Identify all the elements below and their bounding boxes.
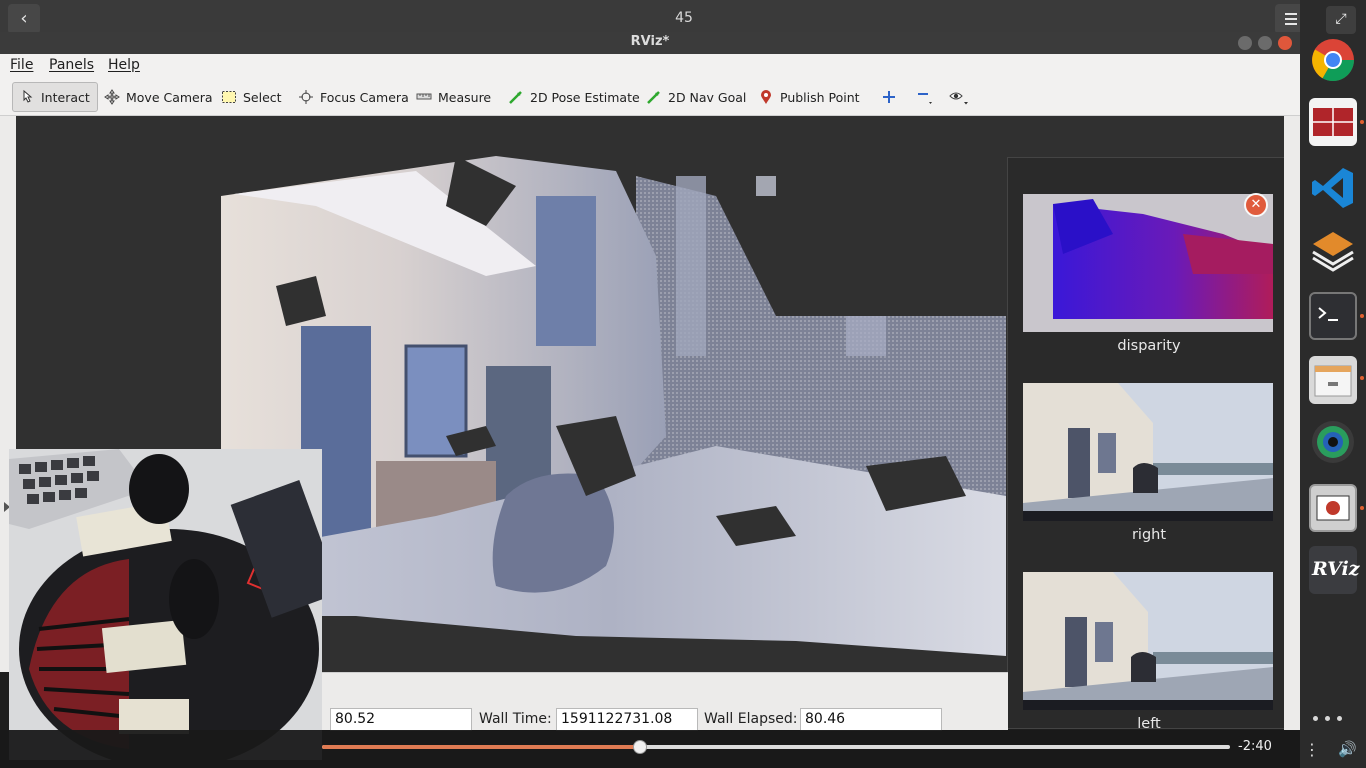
select-icon — [222, 91, 236, 103]
menu-panels[interactable]: Panels — [49, 57, 94, 73]
close-window-button[interactable] — [1278, 36, 1292, 50]
volume-icon[interactable]: 🔊 — [1338, 740, 1357, 758]
tool-publish-point[interactable]: Publish Point — [752, 82, 866, 112]
right-camera-image — [1023, 383, 1273, 521]
menu-help[interactable]: Help — [108, 57, 140, 73]
tool-interact[interactable]: Interact — [12, 82, 98, 112]
player-controls: -2:40 — [0, 730, 1300, 768]
image-caption-disparity: disparity — [1117, 338, 1181, 354]
minimize-button[interactable] — [1238, 36, 1252, 50]
cursor-icon — [23, 89, 33, 103]
nav-goal-icon — [647, 91, 660, 104]
seek-handle[interactable] — [632, 740, 647, 754]
rviz-icon[interactable]: RViz — [1309, 546, 1360, 594]
terminal-icon[interactable] — [1309, 292, 1357, 340]
time-panel: 80.52 Wall Time: 1591122731.08 Wall Elap… — [322, 672, 1008, 731]
right-panel-splitter[interactable] — [1284, 116, 1300, 730]
maximize-button[interactable] — [1258, 36, 1272, 50]
image-caption-right: right — [1131, 527, 1167, 543]
tool-2d-nav-goal[interactable]: 2D Nav Goal — [640, 82, 752, 112]
tool-label: Move Camera — [126, 89, 213, 105]
tool-label: Measure — [438, 89, 492, 105]
tool-label: Interact — [41, 89, 90, 105]
camera-app-icon[interactable] — [1309, 418, 1357, 466]
view-options-button[interactable] — [942, 82, 976, 112]
image-panels: ✕ disparity right left — [1007, 157, 1289, 729]
add-tool-button[interactable] — [876, 82, 902, 112]
file-manager-icon[interactable] — [1309, 356, 1357, 404]
wall-elapsed-field[interactable]: 80.46 — [800, 708, 942, 731]
pin-icon — [761, 90, 771, 104]
chrome-icon[interactable] — [1309, 36, 1357, 84]
remove-tool-button[interactable] — [910, 82, 940, 112]
close-image-button[interactable]: ✕ — [1244, 193, 1268, 217]
tool-move-camera[interactable]: Move Camera — [98, 82, 219, 112]
wall-elapsed-label: Wall Elapsed: — [704, 711, 798, 727]
vscode-icon[interactable] — [1309, 164, 1357, 212]
plus-icon — [883, 91, 895, 103]
tool-label: 2D Pose Estimate — [530, 89, 640, 105]
rviz-dock-label: RViz — [1312, 558, 1360, 580]
disparity-image — [1023, 194, 1273, 332]
tool-label: Publish Point — [780, 89, 860, 105]
window-title: RViz* — [630, 34, 670, 49]
tool-2d-pose-estimate[interactable]: 2D Pose Estimate — [502, 82, 646, 112]
move-camera-icon — [104, 89, 120, 105]
menu-file[interactable]: File — [10, 57, 33, 73]
recorder-app-icon[interactable] — [1309, 484, 1357, 532]
tool-focus-camera[interactable]: Focus Camera — [292, 82, 415, 112]
wall-time-field[interactable]: 1591122731.08 — [556, 708, 698, 731]
ros-elapsed-field[interactable]: 80.52 — [330, 708, 472, 731]
app-red-grid-icon[interactable] — [1309, 98, 1357, 146]
image-caption-left: left — [1137, 716, 1161, 729]
layers-app-icon[interactable] — [1309, 226, 1357, 274]
rviz-titlebar: RViz* — [0, 32, 1300, 54]
webcam-overlay — [9, 449, 322, 760]
focus-camera-icon — [299, 90, 313, 104]
toolbar: Interact Move Camera Select Focus Camera… — [0, 78, 1300, 116]
seek-bar[interactable] — [322, 740, 1230, 754]
tool-select[interactable]: Select — [215, 82, 288, 112]
tool-measure[interactable]: Measure — [410, 82, 497, 112]
left-camera-image — [1023, 572, 1273, 710]
wall-time-label: Wall Time: — [479, 711, 552, 727]
tool-label: 2D Nav Goal — [668, 89, 747, 105]
back-button[interactable]: ‹ — [8, 4, 40, 34]
tool-label: Focus Camera — [320, 89, 409, 105]
more-options-icon[interactable]: ⋮ — [1304, 740, 1320, 759]
menubar: File Panels Help — [0, 54, 1300, 78]
pose-estimate-icon — [509, 91, 522, 104]
time-remaining: -2:40 — [1238, 739, 1272, 754]
dock: ⤢ RViz ⋮ 🔊 — [1300, 0, 1366, 768]
eye-icon — [949, 92, 968, 105]
player-title: 45 — [675, 10, 693, 26]
seek-progress — [322, 745, 640, 749]
ruler-icon — [416, 93, 432, 100]
minus-icon — [918, 93, 932, 104]
back-icon: ‹ — [20, 8, 28, 29]
tool-label: Select — [243, 89, 282, 105]
fullscreen-toggle-button[interactable]: ⤢ — [1326, 6, 1356, 34]
